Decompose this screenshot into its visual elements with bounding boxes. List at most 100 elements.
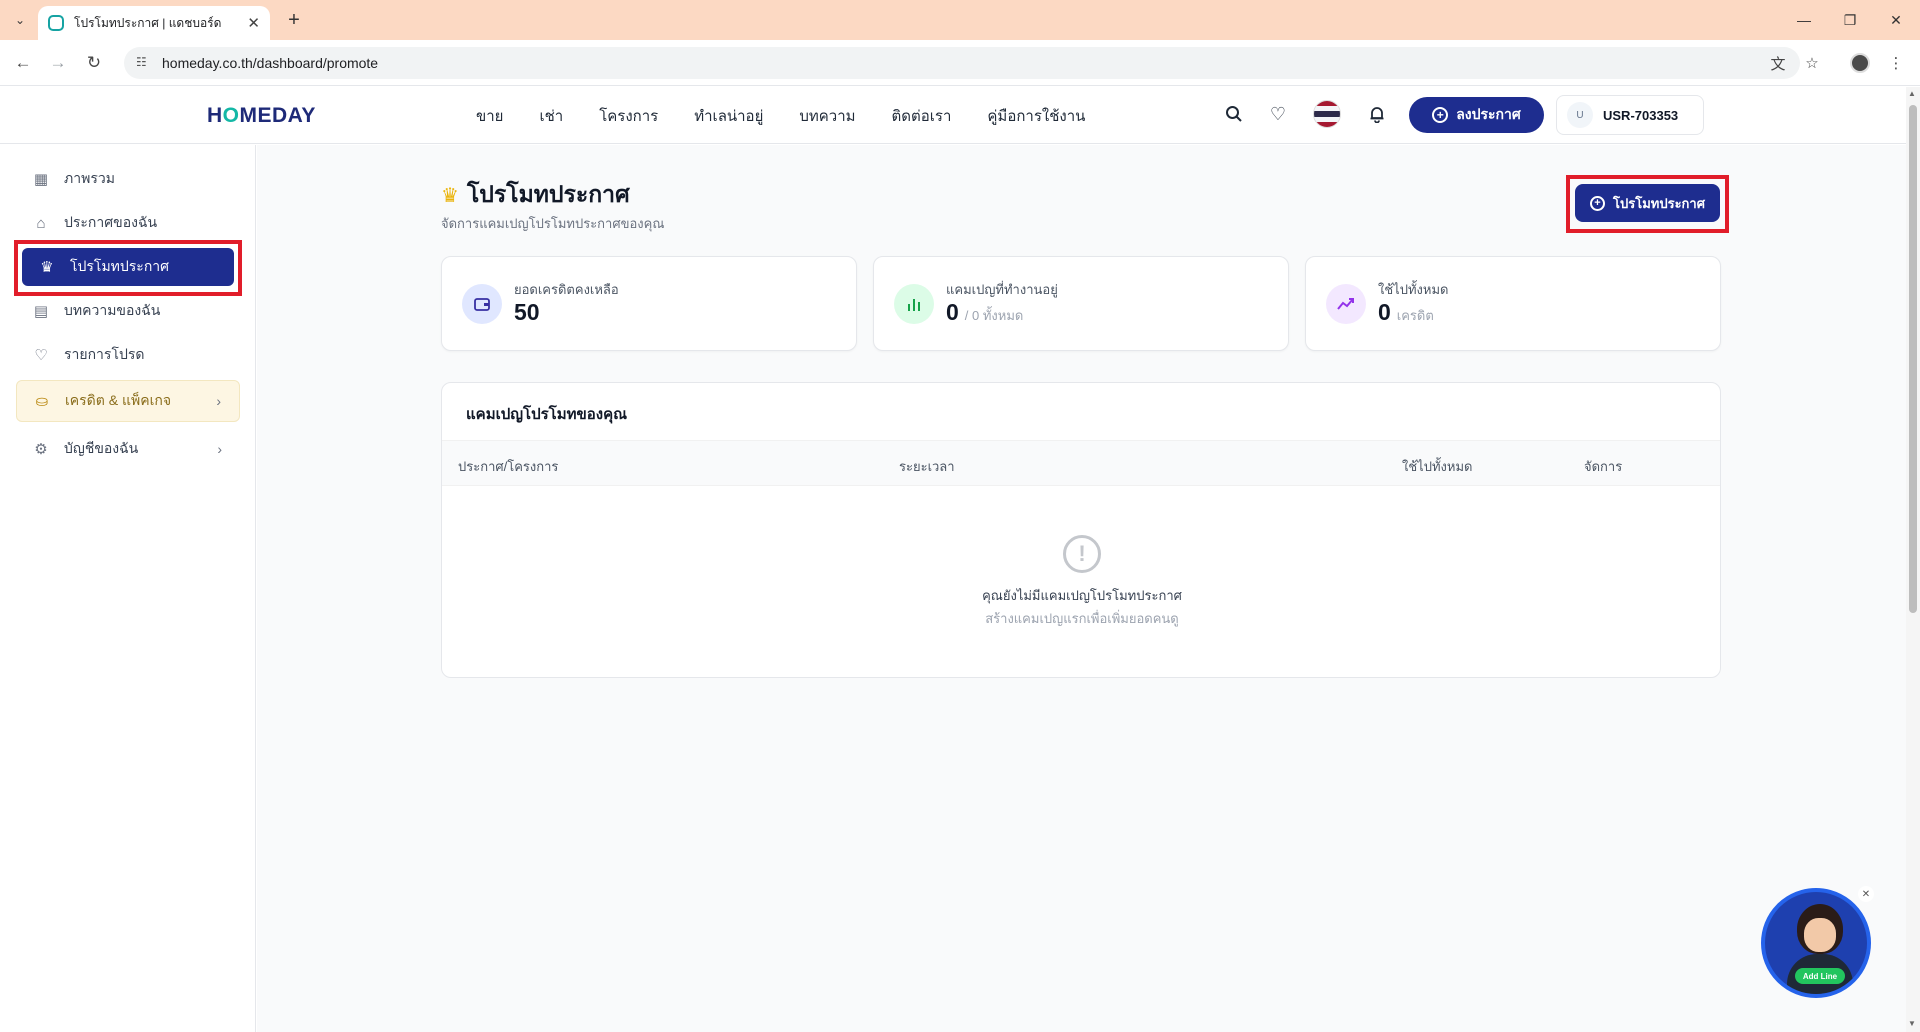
campaigns-table-card: แคมเปญโปรโมทของคุณ ประกาศ/โครงการ ระยะเว… [441, 382, 1721, 678]
close-tab-icon[interactable]: ✕ [247, 14, 260, 32]
sidebar-item-label: บัญชีของฉัน [64, 440, 139, 456]
nav-articles[interactable]: บทความ [799, 104, 855, 128]
bar-chart-icon [894, 284, 934, 324]
notification-bell-icon[interactable] [1365, 102, 1389, 126]
column-header-actions: จัดการ [1584, 459, 1623, 474]
crown-icon: ♛ [441, 184, 459, 207]
page-title: ♛ โปรโมทประกาศ [441, 177, 630, 213]
stat-label: ยอดเครดิตคงเหลือ [514, 282, 619, 297]
stat-number: 50 [514, 299, 540, 325]
translate-icon[interactable]: 文 [1766, 51, 1790, 75]
new-tab-icon[interactable]: + [282, 8, 306, 32]
wallet-icon [462, 284, 502, 324]
trending-up-icon [1326, 284, 1366, 324]
nav-contact[interactable]: ติดต่อเรา [892, 104, 952, 128]
nav-rent[interactable]: เช่า [539, 104, 563, 128]
scroll-up-arrow-icon[interactable]: ▲ [1908, 89, 1916, 98]
stat-value: 50 [514, 299, 540, 326]
campaigns-table-title: แคมเปญโปรโมทของคุณ [466, 406, 628, 423]
restore-icon[interactable]: ❐ [1830, 8, 1870, 32]
stat-card-credit-balance: ยอดเครดิตคงเหลือ 50 [441, 256, 857, 351]
close-widget-icon[interactable]: ✕ [1858, 886, 1874, 902]
sidebar-item-account[interactable]: ⚙ บัญชีของฉัน › [16, 430, 240, 468]
browser-tab-strip: ⌄ โปรโมทประกาศ | แดชบอร์ด ✕ + — ❐ ✕ [0, 0, 1920, 40]
plus-circle-icon: + [1432, 107, 1449, 123]
browser-toolbar: ← → ↻ ☷ homeday.co.th/dashboard/promote … [0, 40, 1920, 86]
empty-state-title: คุณยังไม่มีแคมเปญโปรโมทประกาศ [982, 588, 1182, 603]
sidebar-item-label: ภาพรวม [64, 170, 115, 186]
stat-value: 0 / 0 ทั้งหมด [946, 299, 1023, 326]
stat-value: 0 เครดิต [1378, 299, 1434, 326]
mascot-face [1804, 918, 1836, 952]
add-line-badge: Add Line [1795, 968, 1845, 984]
forward-icon[interactable]: → [46, 51, 70, 75]
column-header-listing: ประกาศ/โครงการ [458, 459, 559, 474]
address-bar[interactable]: ☷ homeday.co.th/dashboard/promote [124, 47, 1800, 79]
avatar: U [1567, 102, 1593, 128]
tab-title: โปรโมทประกาศ | แดชบอร์ด [74, 15, 222, 30]
close-window-icon[interactable]: ✕ [1876, 8, 1916, 32]
user-menu[interactable]: U USR-703353 [1556, 95, 1704, 135]
reload-icon[interactable]: ↻ [82, 51, 106, 75]
browser-menu-icon[interactable]: ⋮ [1884, 51, 1908, 75]
stat-label: แคมเปญที่ทำงานอยู่ [946, 282, 1058, 297]
stat-unit: / 0 ทั้งหมด [964, 308, 1024, 323]
sidebar-item-my-listings[interactable]: ⌂ ประกาศของฉัน [16, 204, 240, 242]
minimize-icon[interactable]: — [1784, 8, 1824, 32]
grid-icon: ▦ [33, 171, 49, 188]
stat-unit: เครดิต [1396, 308, 1434, 323]
heart-icon: ♡ [34, 347, 48, 364]
line-chat-widget[interactable]: Add Line [1761, 888, 1871, 998]
bookmark-star-icon[interactable]: ☆ [1800, 51, 1824, 75]
stat-number: 0 [946, 299, 959, 325]
nav-guide[interactable]: คู่มือการใช้งาน [987, 104, 1085, 128]
main-nav: ขาย เช่า โครงการ ทำเลน่าอยู่ บทความ ติดต… [476, 104, 1121, 128]
page-scrollbar[interactable]: ▲ ▼ [1906, 87, 1920, 1032]
column-header-duration: ระยะเวลา [899, 459, 955, 474]
browser-tab[interactable]: โปรโมทประกาศ | แดชบอร์ด ✕ [38, 6, 270, 40]
home-icon: ⌂ [36, 214, 46, 232]
sidebar-item-label: บทความของฉัน [64, 302, 161, 318]
post-listing-button[interactable]: + ลงประกาศ [1409, 97, 1544, 133]
homeday-logo[interactable]: HOMEDAY [207, 104, 316, 128]
back-icon[interactable]: ← [11, 51, 35, 75]
page-subtitle: จัดการแคมเปญโปรโมทประกาศของคุณ [441, 216, 665, 231]
nav-locations[interactable]: ทำเลน่าอยู่ [694, 104, 763, 128]
post-listing-label: ลงประกาศ [1456, 106, 1521, 122]
stat-card-total-spent: ใช้ไปทั้งหมด 0 เครดิต [1305, 256, 1721, 351]
alert-circle-icon: ! [1063, 535, 1101, 573]
sidebar-item-label: ประกาศของฉัน [64, 214, 158, 230]
thai-flag-icon[interactable] [1313, 100, 1341, 128]
nav-sell[interactable]: ขาย [476, 104, 503, 128]
highlight-box [14, 240, 242, 296]
sidebar-item-favorites[interactable]: ♡ รายการโปรด [16, 336, 240, 374]
favorites-heart-icon[interactable]: ♡ [1266, 102, 1290, 126]
search-icon[interactable] [1222, 102, 1246, 126]
site-favicon-icon [48, 15, 64, 31]
empty-state-subtitle: สร้างแคมเปญแรกเพื่อเพิ่มยอดคนดู [985, 611, 1179, 626]
site-header: HOMEDAY ขาย เช่า โครงการ ทำเลน่าอยู่ บทค… [0, 87, 1906, 144]
highlight-box [1566, 175, 1729, 233]
stat-card-active-campaigns: แคมเปญที่ทำงานอยู่ 0 / 0 ทั้งหมด [873, 256, 1289, 351]
page-title-text: โปรโมทประกาศ [466, 181, 630, 207]
sidebar-item-overview[interactable]: ▦ ภาพรวม [16, 160, 240, 198]
scroll-down-arrow-icon[interactable]: ▼ [1908, 1019, 1916, 1028]
user-id: USR-703353 [1603, 107, 1679, 123]
site-settings-icon[interactable]: ☷ [136, 55, 152, 71]
document-icon: ▤ [33, 303, 49, 320]
coins-icon: ⛀ [35, 393, 49, 410]
sidebar-item-credits[interactable]: ⛀ เครดิต & แพ็คเกจ › [16, 380, 240, 422]
scrollbar-thumb[interactable] [1909, 105, 1917, 613]
nav-projects[interactable]: โครงการ [599, 104, 658, 128]
stat-number: 0 [1378, 299, 1391, 325]
chevron-right-icon: › [217, 441, 222, 457]
column-header-spent: ใช้ไปทั้งหมด [1402, 459, 1473, 474]
sidebar-item-my-articles[interactable]: ▤ บทความของฉัน [16, 292, 240, 330]
table-header-row: ประกาศ/โครงการ ระยะเวลา ใช้ไปทั้งหมด จัด… [442, 440, 1720, 486]
tab-search-menu-icon[interactable]: ⌄ [8, 8, 32, 32]
url-text: homeday.co.th/dashboard/promote [162, 55, 379, 71]
profile-icon[interactable] [1848, 51, 1872, 75]
chevron-right-icon: › [216, 393, 221, 409]
sidebar-item-label: เครดิต & แพ็คเกจ [65, 392, 172, 408]
sidebar-item-label: รายการโปรด [64, 346, 145, 362]
